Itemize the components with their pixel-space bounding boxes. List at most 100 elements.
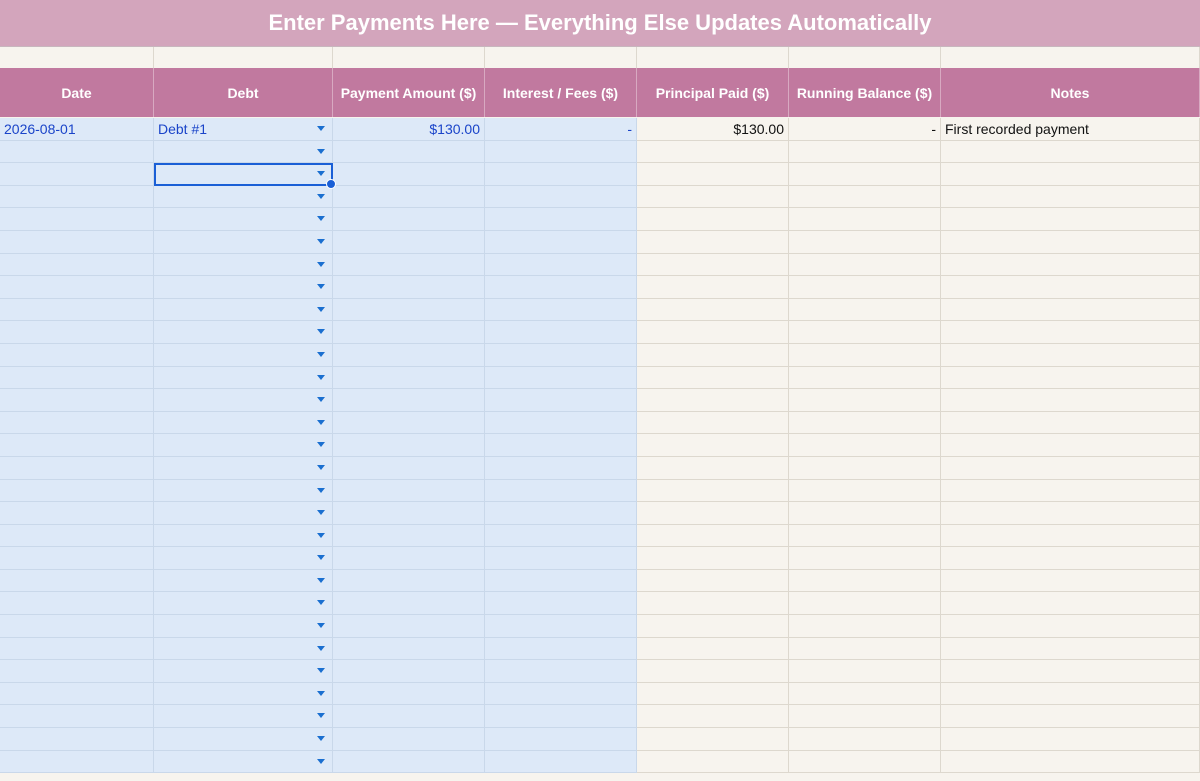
notes-cell[interactable] [941, 569, 1200, 593]
principal-paid-cell[interactable] [637, 411, 789, 435]
running-balance-cell[interactable] [789, 298, 941, 322]
payment-amount-cell[interactable] [333, 185, 485, 209]
spacer-cell[interactable] [941, 47, 1200, 68]
notes-cell[interactable] [941, 705, 1200, 729]
payment-amount-cell[interactable] [333, 660, 485, 683]
debt-dropdown-cell[interactable] [154, 524, 333, 548]
dropdown-arrow-icon[interactable] [317, 306, 325, 312]
spacer-cell[interactable] [485, 47, 637, 68]
date-cell[interactable] [0, 637, 154, 661]
selection-fill-handle[interactable] [326, 178, 336, 189]
principal-paid-cell[interactable] [637, 163, 789, 186]
notes-cell[interactable] [941, 343, 1200, 367]
interest-fees-cell[interactable] [485, 434, 637, 457]
notes-cell[interactable] [941, 434, 1200, 457]
payment-amount-cell[interactable] [333, 389, 485, 412]
header-interest-fees[interactable]: Interest / Fees ($) [485, 68, 637, 117]
date-cell[interactable] [0, 185, 154, 209]
principal-paid-cell[interactable] [637, 750, 789, 774]
dropdown-arrow-icon[interactable] [317, 442, 325, 448]
payment-amount-cell[interactable] [333, 411, 485, 435]
interest-fees-cell[interactable] [485, 479, 637, 503]
spacer-cell[interactable] [154, 47, 333, 68]
running-balance-cell[interactable] [789, 592, 941, 616]
debt-dropdown-cell[interactable]: Debt #1 [154, 118, 333, 141]
running-balance-cell[interactable] [789, 456, 941, 480]
interest-fees-cell[interactable] [485, 502, 637, 525]
principal-paid-cell[interactable] [637, 343, 789, 367]
interest-fees-cell[interactable] [485, 366, 637, 390]
payment-amount-cell[interactable] [333, 276, 485, 299]
running-balance-cell[interactable] [789, 253, 941, 277]
interest-fees-cell[interactable] [485, 321, 637, 344]
running-balance-cell[interactable] [789, 705, 941, 729]
principal-paid-cell[interactable] [637, 434, 789, 457]
principal-paid-cell[interactable] [637, 456, 789, 480]
running-balance-cell[interactable] [789, 343, 941, 367]
notes-cell[interactable] [941, 547, 1200, 570]
interest-fees-cell[interactable] [485, 592, 637, 616]
debt-dropdown-cell[interactable] [154, 366, 333, 390]
interest-fees-cell[interactable] [485, 524, 637, 548]
running-balance-cell[interactable] [789, 660, 941, 683]
interest-fees-cell[interactable] [485, 569, 637, 593]
running-balance-cell[interactable] [789, 750, 941, 774]
date-cell[interactable] [0, 615, 154, 638]
principal-paid-cell[interactable] [637, 524, 789, 548]
debt-dropdown-cell[interactable] [154, 298, 333, 322]
date-cell[interactable] [0, 660, 154, 683]
date-cell[interactable] [0, 434, 154, 457]
interest-fees-cell[interactable] [485, 230, 637, 254]
dropdown-arrow-icon[interactable] [317, 555, 325, 561]
date-cell[interactable] [0, 298, 154, 322]
running-balance-cell[interactable] [789, 185, 941, 209]
payment-amount-cell[interactable] [333, 479, 485, 503]
principal-paid-cell[interactable] [637, 253, 789, 277]
notes-cell[interactable] [941, 728, 1200, 751]
debt-dropdown-cell[interactable] [154, 569, 333, 593]
dropdown-arrow-icon[interactable] [317, 510, 325, 516]
principal-paid-cell[interactable] [637, 389, 789, 412]
date-cell[interactable] [0, 750, 154, 774]
interest-fees-cell[interactable] [485, 547, 637, 570]
running-balance-cell[interactable] [789, 321, 941, 344]
running-balance-cell[interactable] [789, 389, 941, 412]
interest-fees-cell[interactable] [485, 163, 637, 186]
interest-fees-cell[interactable] [485, 298, 637, 322]
principal-paid-cell[interactable] [637, 569, 789, 593]
payment-amount-cell[interactable] [333, 366, 485, 390]
running-balance-cell[interactable] [789, 682, 941, 706]
header-date[interactable]: Date [0, 68, 154, 117]
running-balance-cell[interactable] [789, 411, 941, 435]
notes-cell[interactable] [941, 298, 1200, 322]
running-balance-cell[interactable] [789, 479, 941, 503]
running-balance-cell[interactable] [789, 728, 941, 751]
interest-fees-cell[interactable] [485, 682, 637, 706]
debt-dropdown-cell[interactable] [154, 615, 333, 638]
debt-dropdown-cell[interactable] [154, 230, 333, 254]
header-payment-amount[interactable]: Payment Amount ($) [333, 68, 485, 117]
payment-amount-cell[interactable] [333, 547, 485, 570]
running-balance-cell[interactable] [789, 163, 941, 186]
date-cell[interactable] [0, 140, 154, 164]
dropdown-arrow-icon[interactable] [317, 713, 325, 719]
dropdown-arrow-icon[interactable] [317, 284, 325, 290]
dropdown-arrow-icon[interactable] [317, 623, 325, 629]
notes-cell[interactable] [941, 592, 1200, 616]
date-cell[interactable] [0, 547, 154, 570]
dropdown-arrow-icon[interactable] [317, 487, 325, 493]
debt-dropdown-cell[interactable] [154, 728, 333, 751]
payment-amount-cell[interactable] [333, 615, 485, 638]
payment-amount-cell[interactable] [333, 524, 485, 548]
spacer-cell[interactable] [0, 47, 154, 68]
payment-amount-cell[interactable] [333, 140, 485, 164]
running-balance-cell[interactable]: - [789, 118, 941, 141]
payment-amount-cell[interactable] [333, 728, 485, 751]
notes-cell[interactable] [941, 615, 1200, 638]
payment-amount-cell[interactable] [333, 208, 485, 231]
payment-amount-cell[interactable]: $130.00 [333, 118, 485, 141]
debt-dropdown-cell[interactable] [154, 411, 333, 435]
dropdown-arrow-icon[interactable] [317, 577, 325, 583]
running-balance-cell[interactable] [789, 208, 941, 231]
debt-dropdown-cell[interactable] [154, 389, 333, 412]
